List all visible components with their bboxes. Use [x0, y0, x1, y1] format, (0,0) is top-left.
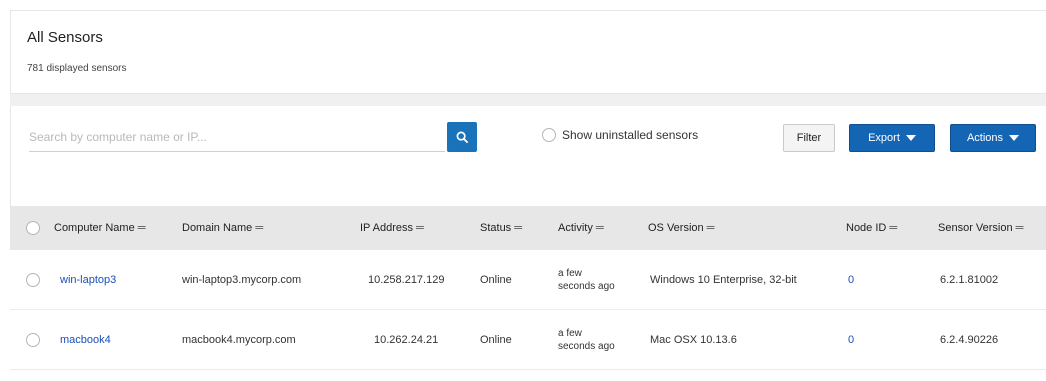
- column-header-activity[interactable]: Activity ═: [558, 222, 604, 234]
- column-label: Status: [480, 222, 512, 234]
- domain-name: macbook4.mycorp.com: [182, 333, 296, 346]
- column-header-node-id[interactable]: Node ID ═: [846, 222, 897, 234]
- actions-label: Actions: [966, 132, 1004, 144]
- domain-name: win-laptop3.mycorp.com: [182, 273, 302, 286]
- section-divider: [10, 94, 1046, 106]
- sort-icon: ═: [595, 222, 604, 234]
- sort-icon: ═: [416, 222, 424, 234]
- column-label: Activity: [558, 222, 593, 234]
- sensor-count: 781 displayed sensors: [27, 63, 127, 74]
- caret-down-icon: [905, 135, 916, 141]
- column-label: Domain Name: [182, 222, 253, 234]
- column-header-os-version[interactable]: OS Version ═: [648, 222, 714, 234]
- select-all-checkbox[interactable]: [26, 221, 40, 235]
- show-uninstalled-checkbox[interactable]: [542, 128, 556, 142]
- column-label: Sensor Version: [938, 222, 1013, 234]
- sensors-table: Computer Name ═ Domain Name ═ IP Address ═ …: [10, 206, 1046, 370]
- sort-icon: ═: [137, 222, 146, 234]
- column-header-ip-address[interactable]: IP Address ═: [360, 222, 424, 234]
- sort-icon: ═: [889, 222, 898, 234]
- actions-button[interactable]: Actions: [950, 124, 1036, 152]
- sort-icon: ═: [255, 222, 264, 234]
- row-checkbox[interactable]: [26, 332, 40, 347]
- toolbar: Show uninstalled sensors Filter Export A…: [10, 106, 1046, 206]
- caret-down-icon: [1009, 135, 1020, 141]
- column-label: Node ID: [846, 222, 887, 234]
- column-header-domain-name[interactable]: Domain Name ═: [182, 222, 263, 234]
- row-checkbox[interactable]: [26, 272, 40, 287]
- activity: a few seconds ago: [558, 267, 615, 292]
- sort-icon: ═: [1015, 222, 1024, 234]
- column-header-computer-name[interactable]: Computer Name ═: [54, 222, 146, 234]
- page-title: All Sensors: [27, 29, 103, 46]
- node-id-link[interactable]: 0: [848, 274, 854, 286]
- search-input[interactable]: [29, 122, 445, 152]
- sensor-version: 6.2.1.81002: [940, 273, 999, 286]
- column-header-status[interactable]: Status ═: [480, 222, 522, 234]
- export-label: Export: [868, 132, 900, 144]
- column-label: IP Address: [360, 222, 413, 234]
- status: Online: [480, 333, 512, 346]
- status: Online: [480, 273, 512, 286]
- os-version: Mac OSX 10.13.6: [650, 333, 737, 346]
- ip-address: 10.258.217.129: [368, 273, 445, 286]
- table-row[interactable]: win-laptop3 win-laptop3.mycorp.com 10.25…: [10, 250, 1046, 310]
- page-header: All Sensors 781 displayed sensors: [10, 10, 1046, 94]
- node-id-link[interactable]: 0: [848, 334, 854, 346]
- table-header: Computer Name ═ Domain Name ═ IP Address ═ …: [10, 206, 1046, 250]
- sort-icon: ═: [706, 222, 715, 234]
- show-uninstalled-label: Show uninstalled sensors: [562, 128, 699, 142]
- filter-button[interactable]: Filter: [783, 124, 835, 152]
- sensor-version: 6.2.4.90226: [940, 333, 999, 346]
- column-header-sensor-version[interactable]: Sensor Version ═: [938, 222, 1023, 234]
- show-uninstalled-toggle[interactable]: Show uninstalled sensors: [542, 128, 698, 142]
- sort-icon: ═: [514, 222, 522, 234]
- os-version: Windows 10 Enterprise, 32-bit: [650, 273, 797, 286]
- column-label: Computer Name: [54, 222, 135, 234]
- ip-address: 10.262.24.21: [374, 333, 439, 346]
- table-row[interactable]: macbook4 macbook4.mycorp.com 10.262.24.2…: [10, 310, 1046, 370]
- search-button[interactable]: [447, 122, 477, 152]
- search-icon: [456, 131, 468, 143]
- computer-name-link[interactable]: macbook4: [60, 334, 111, 346]
- activity: a few seconds ago: [558, 327, 615, 352]
- export-button[interactable]: Export: [849, 124, 935, 152]
- column-label: OS Version: [648, 222, 704, 234]
- computer-name-link[interactable]: win-laptop3: [60, 274, 116, 286]
